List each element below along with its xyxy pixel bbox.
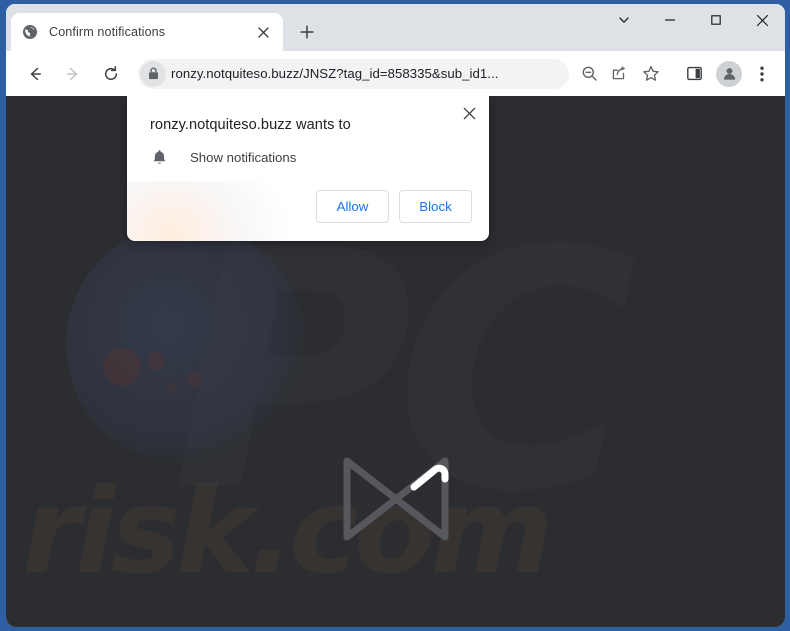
tab-strip: Confirm notifications: [6, 4, 785, 51]
background-dot: [103, 348, 141, 386]
page-message-prefix: Please tap the: [205, 624, 350, 627]
lock-icon[interactable]: [140, 60, 166, 87]
allow-button[interactable]: Allow: [316, 190, 389, 223]
maximize-icon[interactable]: [693, 4, 739, 36]
background-dot: [166, 383, 176, 393]
bookmark-star-icon[interactable]: [637, 60, 665, 88]
page-message-emphasis: Allow: [350, 624, 408, 627]
page-viewport: PC risk.com Please tap the Allow button …: [6, 96, 785, 627]
forward-button[interactable]: [58, 59, 88, 89]
dialog-permission-label: Show notifications: [190, 149, 297, 165]
new-tab-button[interactable]: [293, 18, 321, 46]
dialog-actions: Allow Block: [316, 190, 472, 223]
three-dot-menu-icon[interactable]: [748, 60, 776, 88]
browser-toolbar: ronzy.notquiteso.buzz/JNSZ?tag_id=858335…: [6, 51, 785, 96]
window-controls: [601, 4, 785, 51]
background-dot: [147, 352, 165, 370]
close-icon[interactable]: [739, 4, 785, 36]
dialog-permission-row: Show notifications: [150, 148, 296, 166]
address-bar-url: ronzy.notquiteso.buzz/JNSZ?tag_id=858335…: [171, 66, 499, 81]
browser-window-inner: Confirm notifications ronzy.notquiteso.b…: [6, 4, 785, 627]
address-bar[interactable]: ronzy.notquiteso.buzz/JNSZ?tag_id=858335…: [138, 58, 569, 89]
reload-button[interactable]: [96, 59, 126, 89]
tab-confirm-notifications[interactable]: Confirm notifications: [11, 13, 283, 51]
browser-window: Confirm notifications ronzy.notquiteso.b…: [0, 0, 790, 631]
side-panel-icon[interactable]: [680, 60, 708, 88]
minimize-icon[interactable]: [647, 4, 693, 36]
notification-permission-dialog: ronzy.notquiteso.buzz wants to Show noti…: [127, 96, 489, 241]
background-dot: [186, 371, 202, 387]
page-message: Please tap the Allow button to continue: [6, 624, 785, 627]
tab-search-chevron-down-icon[interactable]: [601, 4, 647, 36]
share-icon[interactable]: [605, 60, 633, 88]
tab-title: Confirm notifications: [49, 25, 166, 39]
background-blob: [66, 224, 306, 464]
zoom-out-icon[interactable]: [575, 60, 603, 88]
globe-icon: [21, 24, 38, 41]
dialog-close-icon[interactable]: [458, 102, 480, 124]
back-button[interactable]: [20, 59, 50, 89]
profile-avatar[interactable]: [716, 60, 742, 87]
infinity-loading-spinner-icon: [335, 451, 457, 547]
tab-close-icon[interactable]: [253, 22, 273, 42]
dialog-title: ronzy.notquiteso.buzz wants to: [150, 117, 351, 133]
block-button[interactable]: Block: [399, 190, 472, 223]
page-message-suffix: button to continue: [407, 624, 587, 627]
bell-icon: [150, 148, 168, 166]
dialog-glow-decoration: [127, 181, 290, 241]
watermark-risk: risk.com: [22, 462, 553, 600]
